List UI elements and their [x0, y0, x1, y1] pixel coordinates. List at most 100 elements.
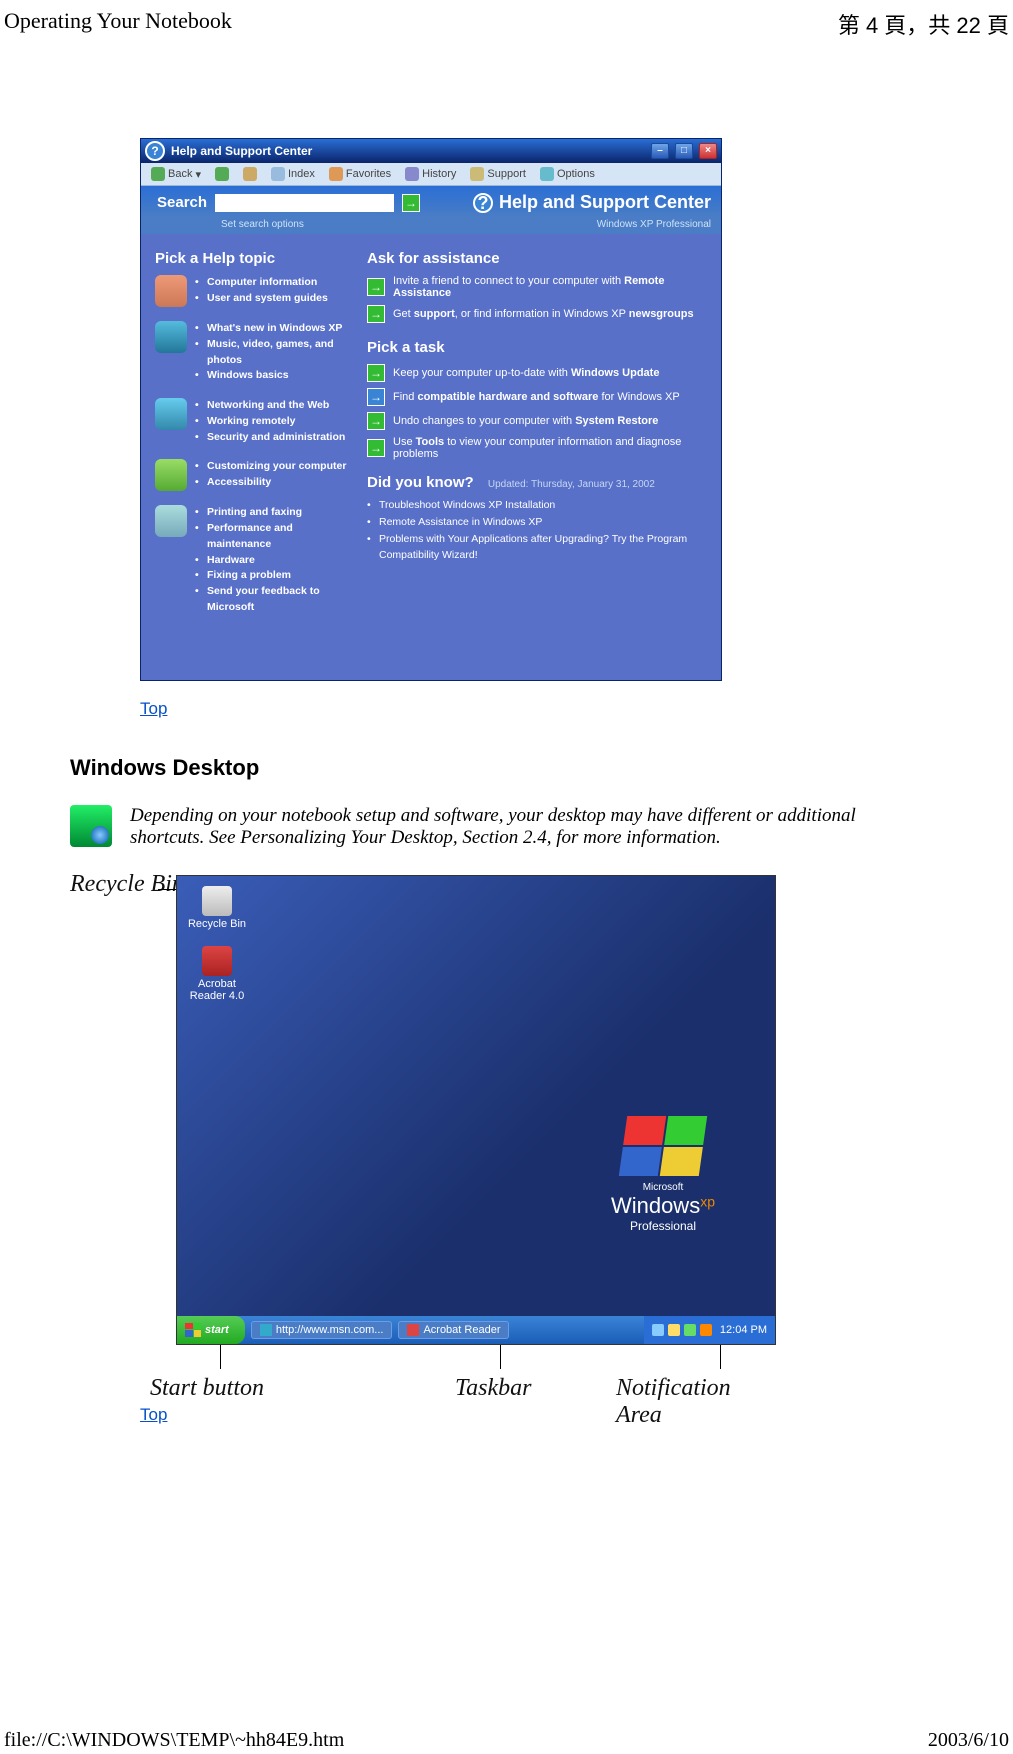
favorites-icon	[329, 167, 343, 181]
hsc-right-column: Ask for assistance → Invite a friend to …	[361, 234, 721, 640]
ask-row[interactable]: → Invite a friend to connect to your com…	[367, 275, 709, 299]
dyk-item[interactable]: Remote Assistance in Windows XP	[367, 514, 709, 531]
topic-group: Printing and faxing Performance and main…	[155, 505, 353, 615]
help-icon: ?	[473, 193, 493, 213]
maximize-button[interactable]: □	[675, 143, 693, 159]
topic-link[interactable]: User and system guides	[195, 291, 328, 307]
topic-link[interactable]: Fixing a problem	[195, 568, 353, 584]
topic-group: Customizing your computer Accessibility	[155, 459, 353, 491]
task-row[interactable]: → Undo changes to your computer with Sys…	[367, 412, 709, 430]
hsc-left-column: Pick a Help topic Computer information U…	[141, 234, 361, 640]
notice-row: Depending on your notebook setup and sof…	[70, 805, 973, 849]
ask-title: Ask for assistance	[367, 250, 709, 267]
topic-link[interactable]: Computer information	[195, 275, 328, 291]
topic-link[interactable]: Performance and maintenance	[195, 521, 353, 553]
hsc-searchbar: Search → ? Help and Support Center	[141, 186, 721, 217]
task-row[interactable]: → Find compatible hardware and software …	[367, 388, 709, 406]
topic-link[interactable]: Music, video, games, and photos	[195, 337, 353, 369]
search-input[interactable]	[215, 194, 394, 212]
support-button[interactable]: Support	[466, 166, 530, 182]
close-button[interactable]: ×	[699, 143, 717, 159]
index-icon	[271, 167, 285, 181]
taskbar-item-acrobat[interactable]: Acrobat Reader	[398, 1321, 509, 1339]
user-icon	[155, 459, 187, 491]
history-button[interactable]: History	[401, 166, 460, 182]
pick-topic-title: Pick a Help topic	[155, 250, 353, 267]
forward-icon	[215, 167, 229, 181]
windows-flag-icon	[619, 1116, 707, 1176]
search-label: Search	[157, 194, 207, 211]
footer-date: 2003/6/10	[928, 1729, 1009, 1752]
hsc-titlebar[interactable]: ? Help and Support Center – □ ×	[141, 139, 721, 163]
hardware-icon: →	[367, 388, 385, 406]
topic-link[interactable]: Send your feedback to Microsoft	[195, 584, 353, 616]
taskbar-item-ie[interactable]: http://www.msn.com...	[251, 1321, 393, 1339]
options-button[interactable]: Options	[536, 166, 599, 182]
start-button[interactable]: start	[177, 1316, 245, 1344]
pdf-icon	[407, 1324, 419, 1336]
callout-line	[220, 1345, 221, 1369]
hsc-toolbar: Back ▾ Index Favorites History Support O…	[141, 163, 721, 186]
center-brand: ? Help and Support Center	[473, 192, 711, 213]
footer-path: file://C:\WINDOWS\TEMP\~hh84E9.htm	[4, 1729, 344, 1752]
task-row[interactable]: → Keep your computer up-to-date with Win…	[367, 364, 709, 382]
top-link[interactable]: Top	[140, 1405, 167, 1425]
ask-row[interactable]: → Get support, or find information in Wi…	[367, 305, 709, 323]
tray-icon	[652, 1324, 664, 1336]
topic-group: Computer information User and system gui…	[155, 275, 353, 307]
index-button[interactable]: Index	[267, 166, 319, 182]
header-right: 第 4 頁，共 22 頁	[838, 8, 1009, 40]
tools-icon: →	[367, 439, 385, 457]
favorites-button[interactable]: Favorites	[325, 166, 395, 182]
topic-link[interactable]: Windows basics	[195, 368, 353, 384]
annot-taskbar: Taskbar	[455, 1375, 531, 1402]
recycle-bin-icon[interactable]: Recycle Bin	[187, 886, 247, 930]
topic-link[interactable]: Hardware	[195, 553, 353, 569]
dyk-item[interactable]: Problems with Your Applications after Up…	[367, 531, 709, 565]
support-icon	[470, 167, 484, 181]
minimize-button[interactable]: –	[651, 143, 669, 159]
annot-notification: Notification Area	[616, 1375, 780, 1429]
topic-link[interactable]: Accessibility	[195, 475, 346, 491]
annot-start: Start button	[150, 1375, 264, 1402]
acrobat-reader-icon[interactable]: Acrobat Reader 4.0	[187, 946, 247, 1002]
hsc-searchsub: Set search options Windows XP Profession…	[141, 217, 721, 234]
callout-line	[720, 1345, 721, 1369]
pick-task-title: Pick a task	[367, 339, 709, 356]
support-icon: →	[367, 305, 385, 323]
globe-icon	[155, 398, 187, 430]
dyk-item[interactable]: Troubleshoot Windows XP Installation	[367, 497, 709, 514]
taskbar: start http://www.msn.com... Acrobat Read…	[177, 1316, 775, 1344]
back-button[interactable]: Back ▾	[147, 166, 205, 182]
annot-recycle: Recycle Bin	[70, 871, 184, 898]
help-support-window: ? Help and Support Center – □ × Back ▾ I…	[140, 138, 722, 681]
forward-button[interactable]	[211, 166, 233, 182]
windows-logo: Microsoft Windowsxp Professional	[611, 1116, 715, 1233]
topic-link[interactable]: Working remotely	[195, 414, 345, 430]
topic-link[interactable]: What's new in Windows XP	[195, 321, 353, 337]
topic-link[interactable]: Customizing your computer	[195, 459, 346, 475]
windows-desktop-heading: Windows Desktop	[70, 755, 973, 781]
notice-text: Depending on your notebook setup and sof…	[130, 805, 920, 849]
home-button[interactable]	[239, 166, 261, 182]
dyk-updated: Updated: Thursday, January 31, 2002	[488, 479, 655, 490]
topic-group: What's new in Windows XP Music, video, g…	[155, 321, 353, 384]
topic-link[interactable]: Networking and the Web	[195, 398, 345, 414]
options-icon	[540, 167, 554, 181]
top-link[interactable]: Top	[140, 699, 167, 719]
task-row[interactable]: → Use Tools to view your computer inform…	[367, 436, 709, 460]
help-icon: ?	[145, 141, 165, 161]
hsc-title: Help and Support Center	[171, 144, 645, 158]
set-search-options[interactable]: Set search options	[221, 219, 304, 230]
trash-icon	[202, 886, 232, 916]
invite-icon: →	[367, 278, 385, 296]
search-go-button[interactable]: →	[402, 194, 420, 212]
topic-link[interactable]: Printing and faxing	[195, 505, 353, 521]
tray-icon	[684, 1324, 696, 1336]
update-icon: →	[367, 364, 385, 382]
dyk-title: Did you know? Updated: Thursday, January…	[367, 474, 709, 491]
notification-area[interactable]: 12:04 PM	[644, 1316, 775, 1344]
windows-flag-icon	[185, 1323, 201, 1337]
topic-link[interactable]: Security and administration	[195, 430, 345, 446]
home-icon	[243, 167, 257, 181]
